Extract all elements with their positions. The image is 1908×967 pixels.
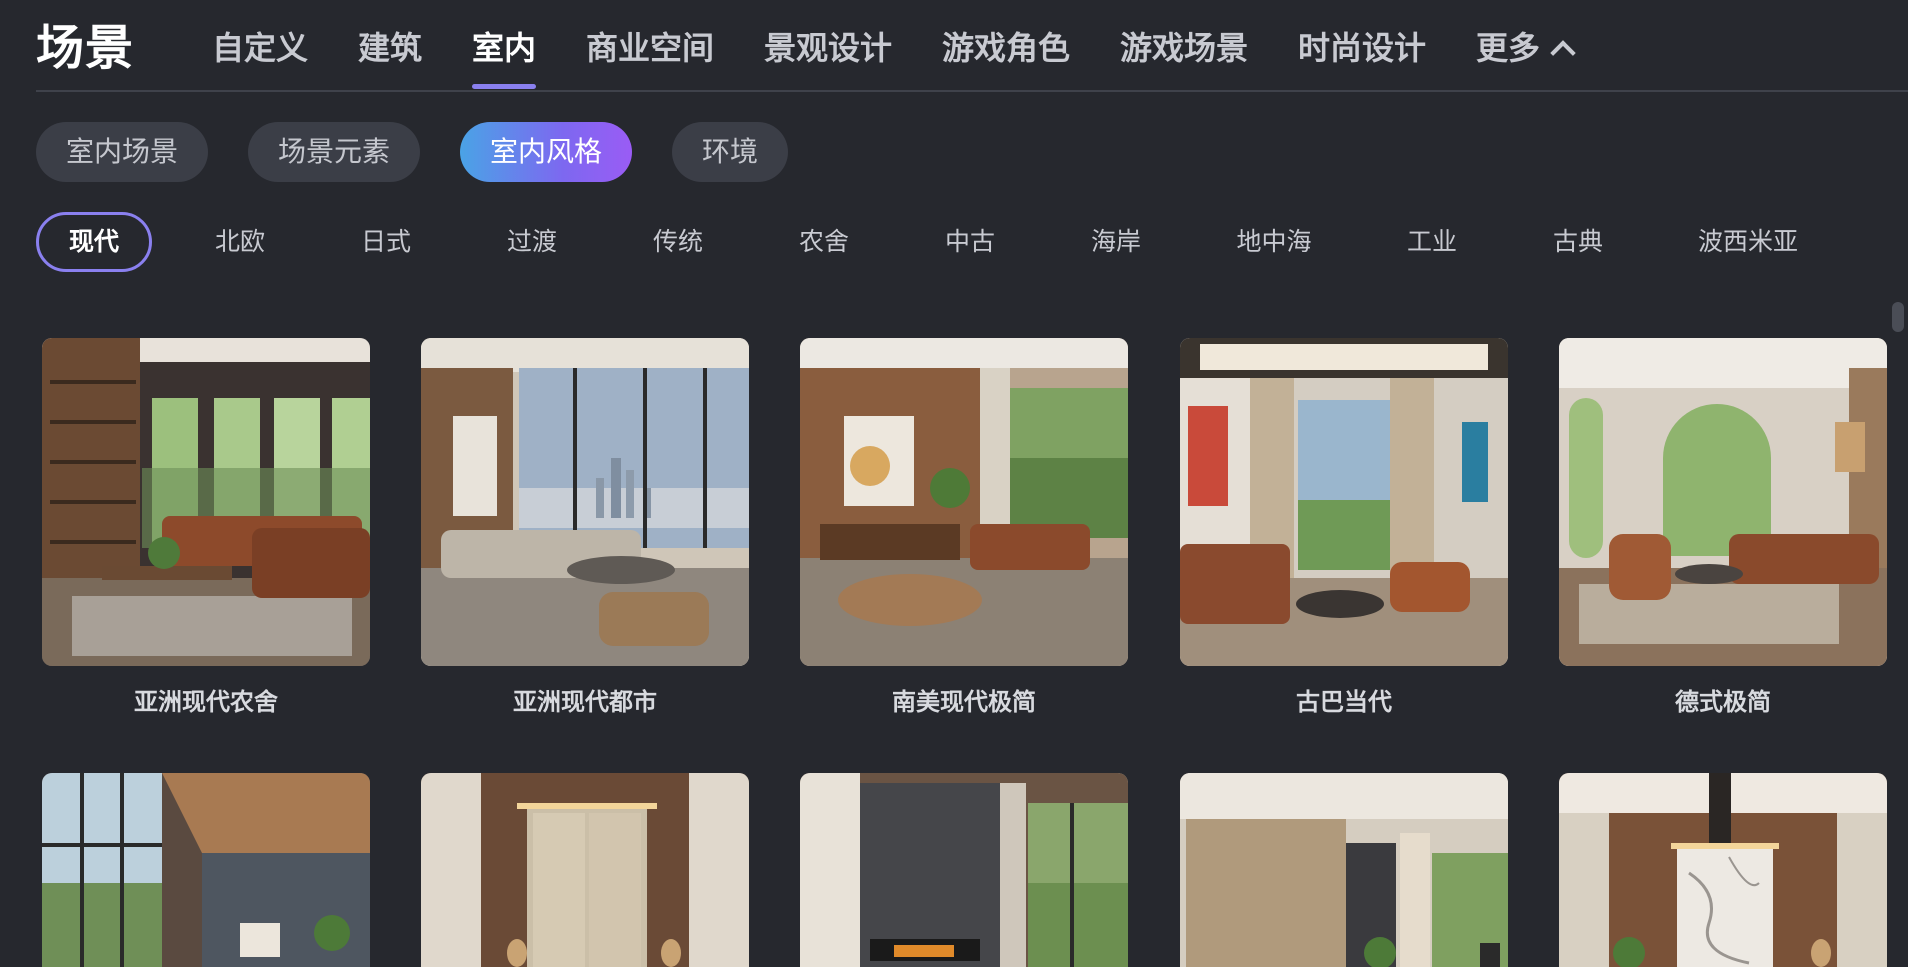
tab-custom[interactable]: 自定义 (212, 26, 308, 70)
category-pill-interior-style[interactable]: 室内风格 (460, 122, 632, 182)
card-image (42, 773, 370, 967)
active-tab-indicator (472, 84, 536, 89)
card-title: 亚洲现代都市 (513, 688, 657, 716)
tab-game-character[interactable]: 游戏角色 (942, 26, 1070, 70)
style-chip-bohemian[interactable]: 波西米亚 (1690, 212, 1806, 272)
card-image (421, 338, 749, 666)
category-pill-scene-elements[interactable]: 场景元素 (248, 122, 420, 182)
style-chip-modern[interactable]: 现代 (36, 212, 152, 272)
tab-architecture[interactable]: 建筑 (358, 26, 422, 70)
chevron-up-icon (1550, 40, 1576, 66)
tab-game-scene[interactable]: 游戏场景 (1120, 26, 1248, 70)
card-image (1559, 773, 1887, 967)
card-title: 南美现代极简 (892, 688, 1036, 716)
card-title: 古巴当代 (1296, 688, 1392, 716)
card-image (1180, 773, 1508, 967)
card-title: 德式极简 (1675, 688, 1771, 716)
tab-landscape-design[interactable]: 景观设计 (764, 26, 892, 70)
card-image (800, 773, 1128, 967)
card-image (800, 338, 1128, 666)
category-pill-environment[interactable]: 环境 (672, 122, 788, 182)
style-chip-japanese[interactable]: 日式 (342, 212, 430, 272)
tab-more-label: 更多 (1476, 29, 1541, 67)
style-chip-traditional[interactable]: 传统 (634, 212, 722, 272)
scrollbar-thumb[interactable] (1892, 302, 1904, 332)
card-image (1180, 338, 1508, 666)
style-chip-industrial[interactable]: 工业 (1388, 212, 1476, 272)
category-pill-interior-scene[interactable]: 室内场景 (36, 122, 208, 182)
tab-interior[interactable]: 室内 (472, 26, 536, 70)
card-image (421, 773, 749, 967)
page-title: 场景 (36, 20, 135, 76)
style-chip-farmhouse[interactable]: 农舍 (780, 212, 868, 272)
tab-commercial-space[interactable]: 商业空间 (586, 26, 714, 70)
page: 场景 自定义 建筑 室内 商业空间 景观设计 游戏角色 游戏场景 时尚设计 更多… (0, 0, 1908, 967)
style-chip-nordic[interactable]: 北欧 (196, 212, 284, 272)
style-chip-classical[interactable]: 古典 (1534, 212, 1622, 272)
card-image (1559, 338, 1887, 666)
card-image (42, 338, 370, 666)
tab-fashion-design[interactable]: 时尚设计 (1298, 26, 1426, 70)
style-chip-mediterranean[interactable]: 地中海 (1228, 212, 1320, 272)
style-chip-mid-century[interactable]: 中古 (926, 212, 1014, 272)
tab-more[interactable]: 更多 (1476, 26, 1576, 70)
style-chip-coastal[interactable]: 海岸 (1072, 212, 1160, 272)
style-chip-transitional[interactable]: 过渡 (488, 212, 576, 272)
top-navigation: 场景 自定义 建筑 室内 商业空间 景观设计 游戏角色 游戏场景 时尚设计 更多 (36, 0, 1908, 92)
card-title: 亚洲现代农舍 (134, 688, 278, 716)
